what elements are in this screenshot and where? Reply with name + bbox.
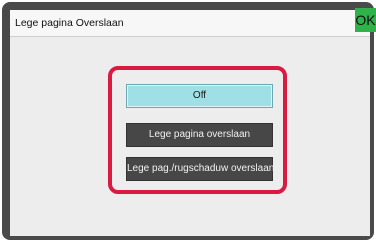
title-bar: Lege pagina Overslaan xyxy=(10,10,370,37)
option-off-button[interactable]: Off xyxy=(126,84,273,108)
option-skip-blank-and-shadow-button[interactable]: Lege pag./rugschaduw overslaan xyxy=(126,157,274,181)
options-panel-highlight: Off Lege pagina overslaan Lege pag./rugs… xyxy=(108,66,287,194)
device-frame: Lege pagina Overslaan Off Lege pagina ov… xyxy=(2,2,374,240)
ok-button[interactable]: OK xyxy=(355,8,376,32)
dialog-screen: Lege pagina Overslaan Off Lege pagina ov… xyxy=(10,10,370,236)
page-title: Lege pagina Overslaan xyxy=(15,17,124,29)
option-skip-blank-page-button[interactable]: Lege pagina overslaan xyxy=(126,123,273,147)
